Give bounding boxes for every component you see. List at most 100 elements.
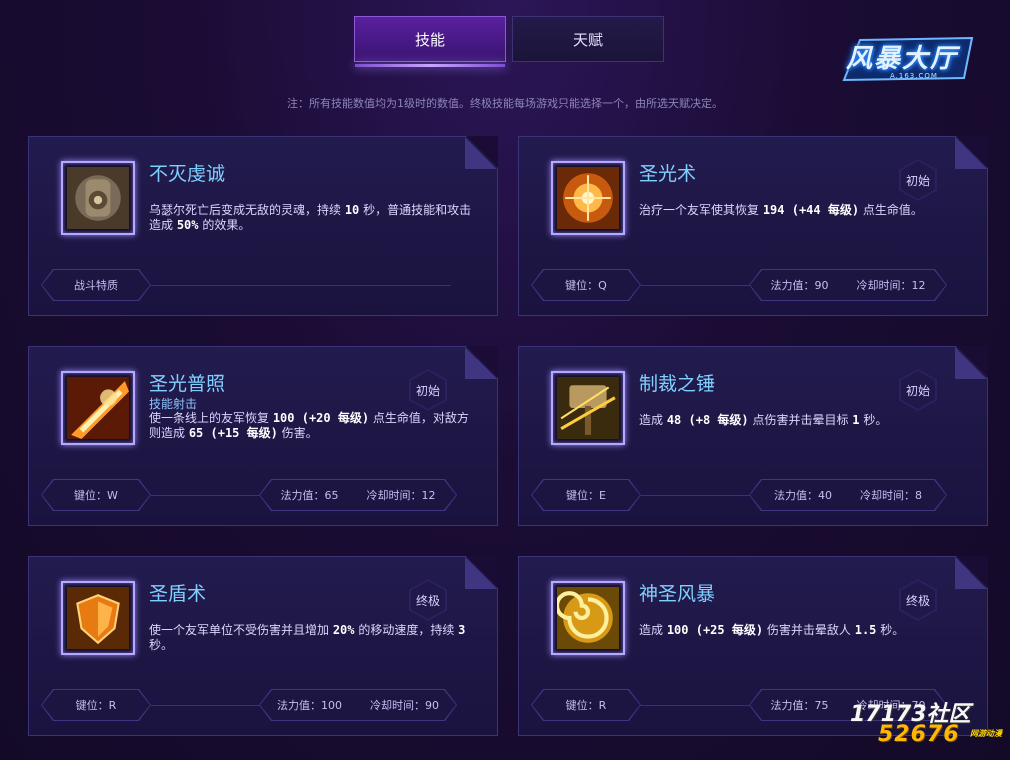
holy-radiance-icon <box>67 377 129 439</box>
card-divider <box>641 285 751 286</box>
hotkey-label: 键位：R <box>42 690 150 720</box>
cooldown: 冷却时间：8 <box>860 489 922 502</box>
divine-shield-icon <box>67 587 129 649</box>
hammer-of-justice-icon <box>557 377 619 439</box>
ability-card: 圣盾术使一个友军单位不受伤害并且增加 20% 的移动速度，持续 3 秒。 终极键位… <box>28 556 498 736</box>
ability-text: 的效果。 <box>198 218 251 232</box>
ability-icon-frame[interactable] <box>61 161 135 235</box>
badge-label: 初始 <box>411 371 445 409</box>
ability-value: 100 (+25 每级) <box>666 623 764 637</box>
chained-gauntlet-icon <box>67 167 129 229</box>
ability-value: 50% <box>176 218 199 232</box>
card-corner-fold <box>955 137 987 169</box>
ability-value: 48 (+8 每级) <box>666 413 749 427</box>
ability-text: 的移动速度，持续 <box>354 623 459 637</box>
divine-storm-icon <box>557 587 619 649</box>
ability-card: 圣光普照 技能射击 使一条线上的友军恢复 100 (+20 每级) 点生命值，对敌方… <box>28 346 498 526</box>
ability-tier-badge: 初始 <box>899 159 937 201</box>
card-divider <box>151 705 261 706</box>
mana-cost: 法力值：40 <box>774 489 832 502</box>
tab-bar: 技能 天赋 <box>354 16 664 67</box>
card-corner-fold <box>955 347 987 379</box>
cooldown: 冷却时间：12 <box>366 489 436 502</box>
ability-title: 神圣风暴 <box>639 583 716 605</box>
card-divider <box>641 495 751 496</box>
card-corner-fold <box>465 347 497 379</box>
ability-subtitle: 技能射击 <box>149 397 198 411</box>
mana-cost: 法力值：90 <box>770 279 829 292</box>
mana-cost: 法力值：75 <box>770 699 829 712</box>
ability-title: 制裁之锤 <box>639 373 716 395</box>
mana-cost: 法力值：100 <box>277 699 342 712</box>
watermark: 17173社区 52676 网游动漫 <box>838 694 1008 758</box>
ability-text: 秒。 <box>876 623 905 637</box>
ability-title: 圣盾术 <box>149 583 207 605</box>
stats-pill: 法力值：100 冷却时间：90 <box>260 690 456 720</box>
ability-value: 20% <box>332 623 355 637</box>
hotkey-label: 键位：E <box>532 480 640 510</box>
ability-text: 点伤害并击晕目标 <box>748 413 853 427</box>
cooldown: 冷却时间：90 <box>370 699 439 712</box>
ability-tier-badge: 初始 <box>409 369 447 411</box>
ability-value: 100 (+20 每级) <box>272 411 370 425</box>
ability-icon-frame[interactable] <box>551 161 625 235</box>
ability-card: 制裁之锤 造成 48 (+8 每级) 点伤害并击晕目标 1 秒。 初始 键位：E 法力值… <box>518 346 988 526</box>
ability-title: 圣光普照 <box>149 373 226 395</box>
ability-description: 造成 100 (+25 每级) 伤害并击晕敌人 1.5 秒。 <box>639 623 969 638</box>
logo-sub: A.163.COM <box>890 72 938 80</box>
mana-cost: 法力值：65 <box>280 489 339 502</box>
stats-pill: 法力值：40 冷却时间：8 <box>750 480 946 510</box>
badge-label: 初始 <box>901 161 935 199</box>
ability-title: 圣光术 <box>639 163 697 185</box>
ability-tier-badge: 初始 <box>899 369 937 411</box>
card-corner-fold <box>465 557 497 589</box>
cooldown: 冷却时间：12 <box>856 279 926 292</box>
ability-value: 1.5 <box>854 623 877 637</box>
badge-label: 终极 <box>901 581 935 619</box>
hotkey-label: 键位：R <box>532 690 640 720</box>
card-divider <box>641 705 751 706</box>
ability-value: 1 <box>852 413 860 427</box>
ability-description: 造成 48 (+8 每级) 点伤害并击晕目标 1 秒。 <box>639 413 969 428</box>
badge-label: 终极 <box>411 581 445 619</box>
ability-text: 治疗一个友军使其恢复 <box>639 203 763 217</box>
hotkey-label: 战斗特质 <box>42 270 150 300</box>
hotkey-label: 键位：W <box>42 480 150 510</box>
ability-text: 乌瑟尔死亡后变成无敌的灵魂，持续 <box>149 203 345 217</box>
card-divider <box>151 285 451 286</box>
ability-tier-badge: 终极 <box>409 579 447 621</box>
ability-text: 伤害并击晕敌人 <box>763 623 855 637</box>
holy-light-icon <box>557 167 619 229</box>
ability-tier-badge: 终极 <box>899 579 937 621</box>
tab-talents[interactable]: 天赋 <box>512 16 664 62</box>
ability-text: 伤害。 <box>277 426 318 440</box>
ability-icon-frame[interactable] <box>551 371 625 445</box>
card-corner-fold <box>465 137 497 169</box>
stats-pill: 法力值：90 冷却时间：12 <box>750 270 946 300</box>
ability-title: 不灭虔诚 <box>149 163 226 185</box>
ability-text: 造成 <box>639 413 667 427</box>
ability-icon-frame[interactable] <box>61 371 135 445</box>
ability-value: 10 <box>344 203 360 217</box>
hotkey-label: 键位：Q <box>532 270 640 300</box>
stats-pill: 法力值：65 冷却时间：12 <box>260 480 456 510</box>
tab-skills[interactable]: 技能 <box>354 16 506 67</box>
ability-description: 使一个友军单位不受伤害并且增加 20% 的移动速度，持续 3 秒。 <box>149 623 479 653</box>
ability-description: 乌瑟尔死亡后变成无敌的灵魂，持续 10 秒，普通技能和攻击造成 50% 的效果。 <box>149 203 479 233</box>
ability-icon-frame[interactable] <box>61 581 135 655</box>
ability-text: 使一个友军单位不受伤害并且增加 <box>149 623 333 637</box>
ability-value: 194 (+44 每级) <box>762 203 860 217</box>
ability-text: 使一条线上的友军恢复 <box>149 411 273 425</box>
ability-card: 不灭虔诚乌瑟尔死亡后变成无敌的灵魂，持续 10 秒，普通技能和攻击造成 50% … <box>28 136 498 316</box>
ability-text: 秒。 <box>859 413 888 427</box>
ability-value: 3 <box>458 623 466 637</box>
ability-icon-frame[interactable] <box>551 581 625 655</box>
watermark-line3: 网游动漫 <box>970 729 1002 738</box>
watermark-line2: 52676 <box>878 722 960 747</box>
logo-text: 风暴大厅 <box>846 44 959 74</box>
site-logo[interactable]: 风暴大厅 A.163.COM <box>840 34 980 94</box>
notice-text: 注：所有技能数值均为1级时的数值。终极技能每场游戏只能选择一个，由所选天赋决定。 <box>287 97 723 110</box>
ability-card: 圣光术 治疗一个友军使其恢复 194 (+44 每级) 点生命值。 初始 键位：Q 法力… <box>518 136 988 316</box>
badge-label: 初始 <box>901 371 935 409</box>
ability-text: 秒。 <box>149 638 174 652</box>
